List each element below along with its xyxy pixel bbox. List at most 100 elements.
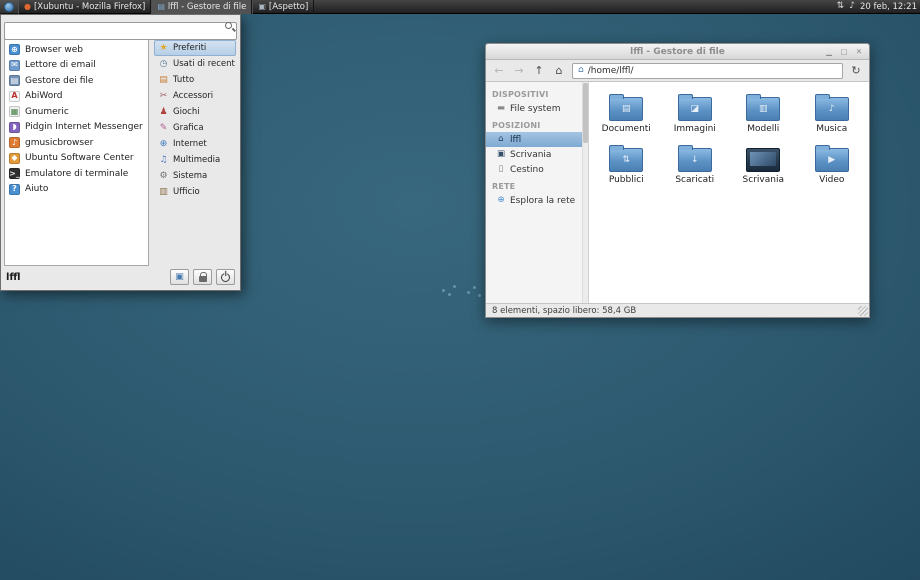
taskbar-item-appearance[interactable]: ▣ [Aspetto] bbox=[252, 0, 314, 14]
system-tray: ⇅ ♪ 20 feb, 12:21 bbox=[837, 2, 920, 12]
sidebar-section-network: RETE bbox=[486, 177, 582, 193]
category-system[interactable]: ⚙ Sistema bbox=[154, 168, 236, 184]
sidebar-item-home[interactable]: ⌂ lffl bbox=[486, 132, 582, 147]
menu-item-gmusicbrowser[interactable]: ♪ gmusicbrowser bbox=[7, 135, 146, 151]
taskbar-item-file-manager[interactable]: ▤ lffl - Gestore di file bbox=[151, 0, 252, 14]
back-button[interactable]: ← bbox=[490, 62, 508, 79]
menu-item-help[interactable]: ? Aiuto bbox=[7, 182, 146, 198]
menu-item-pidgin[interactable]: ◗ Pidgin Internet Messenger bbox=[7, 120, 146, 136]
gnumeric-icon: ▦ bbox=[9, 106, 20, 117]
wallpaper-logo bbox=[438, 282, 486, 300]
menu-item-file-manager[interactable]: ▤ Gestore dei file bbox=[7, 73, 146, 89]
settings-button[interactable]: ▣ bbox=[170, 269, 189, 285]
category-label: Internet bbox=[173, 139, 207, 149]
file-manager-window: lffl - Gestore di file ▁ ▢ ✕ ← → ↑ ⌂ ⌂ /… bbox=[485, 43, 870, 318]
network-globe-icon: ⊕ bbox=[496, 196, 506, 205]
menu-item-abiword[interactable]: A AbiWord bbox=[7, 89, 146, 105]
clock[interactable]: 20 feb, 12:21 bbox=[860, 2, 917, 12]
applications-menu-button[interactable] bbox=[0, 0, 18, 14]
file-item-video[interactable]: ▶ Video bbox=[799, 143, 866, 192]
file-item-scaricati[interactable]: ↓ Scaricati bbox=[662, 143, 729, 192]
file-item-immagini[interactable]: ◪ Immagini bbox=[662, 92, 729, 141]
drive-icon: ▬ bbox=[496, 104, 506, 113]
sidebar-item-label: Esplora la rete bbox=[510, 196, 575, 206]
file-item-documenti[interactable]: ▤ Documenti bbox=[593, 92, 660, 141]
desktop-emblem-icon bbox=[747, 149, 779, 171]
file-item-modelli[interactable]: ▥ Modelli bbox=[730, 92, 797, 141]
pictures-emblem-icon: ◪ bbox=[679, 98, 711, 120]
graphics-icon: ✎ bbox=[158, 124, 169, 133]
category-games[interactable]: ♟ Giochi bbox=[154, 104, 236, 120]
category-label: Giochi bbox=[173, 107, 200, 117]
minimize-button[interactable]: ▁ bbox=[824, 46, 834, 57]
folder-icon: ▤ bbox=[609, 97, 643, 121]
category-recently-used[interactable]: ◷ Usati di recente bbox=[154, 56, 236, 72]
menu-footer-buttons: ▣ bbox=[170, 269, 235, 285]
file-manager-icon: ▤ bbox=[157, 3, 165, 11]
folder-icon: ♪ bbox=[815, 97, 849, 121]
logout-button[interactable] bbox=[216, 269, 235, 285]
wallpaper-dot bbox=[478, 294, 481, 297]
home-button[interactable]: ⌂ bbox=[550, 62, 568, 79]
templates-emblem-icon: ▥ bbox=[747, 98, 779, 120]
sidebar-item-trash[interactable]: ▯ Cestino bbox=[486, 162, 582, 177]
appearance-icon: ▣ bbox=[258, 3, 266, 11]
multimedia-icon: ♫ bbox=[158, 156, 169, 165]
games-icon: ♟ bbox=[158, 108, 169, 117]
xubuntu-logo-icon bbox=[4, 2, 14, 12]
window-titlebar[interactable]: lffl - Gestore di file ▁ ▢ ✕ bbox=[486, 44, 869, 60]
category-favorites[interactable]: ★ Preferiti bbox=[154, 40, 236, 56]
email-icon: ✉ bbox=[9, 60, 20, 71]
menu-item-gnumeric[interactable]: ▦ Gnumeric bbox=[7, 104, 146, 120]
file-label: Documenti bbox=[602, 124, 651, 134]
menu-item-label: Aiuto bbox=[25, 184, 48, 194]
sidebar-item-browse-network[interactable]: ⊕ Esplora la rete bbox=[486, 193, 582, 208]
menu-item-label: Gnumeric bbox=[25, 107, 69, 117]
maximize-button[interactable]: ▢ bbox=[839, 46, 849, 57]
category-label: Preferiti bbox=[173, 43, 206, 53]
close-button[interactable]: ✕ bbox=[854, 46, 864, 57]
menu-item-terminal[interactable]: >_ Emulatore di terminale bbox=[7, 166, 146, 182]
scrollbar-thumb[interactable] bbox=[583, 83, 588, 143]
forward-button[interactable]: → bbox=[510, 62, 528, 79]
resize-grip[interactable] bbox=[858, 306, 868, 316]
trash-icon: ▯ bbox=[496, 165, 506, 174]
lock-screen-button[interactable] bbox=[193, 269, 212, 285]
menu-item-browser-web[interactable]: ⊕ Browser web bbox=[7, 42, 146, 58]
file-item-musica[interactable]: ♪ Musica bbox=[799, 92, 866, 141]
menu-item-label: Gestore dei file bbox=[25, 76, 93, 86]
sidebar-item-file-system[interactable]: ▬ File system bbox=[486, 101, 582, 116]
category-graphics[interactable]: ✎ Grafica bbox=[154, 120, 236, 136]
wallpaper-dot bbox=[473, 286, 476, 289]
search-icon bbox=[225, 22, 232, 29]
category-multimedia[interactable]: ♫ Multimedia bbox=[154, 152, 236, 168]
category-accessories[interactable]: ✂ Accessori bbox=[154, 88, 236, 104]
desktop-folder-icon bbox=[746, 148, 780, 172]
window-toolbar: ← → ↑ ⌂ ⌂ /home/lffl/ ↻ bbox=[486, 60, 869, 82]
category-label: Grafica bbox=[173, 123, 204, 133]
file-item-pubblici[interactable]: ⇅ Pubblici bbox=[593, 143, 660, 192]
file-item-scrivania[interactable]: Scrivania bbox=[730, 143, 797, 192]
abiword-icon: A bbox=[9, 91, 20, 102]
menu-item-email-reader[interactable]: ✉ Lettore di email bbox=[7, 58, 146, 74]
all-apps-icon: ▤ bbox=[158, 76, 169, 85]
menu-item-label: Pidgin Internet Messenger bbox=[25, 122, 143, 132]
wallpaper-dot bbox=[467, 291, 470, 294]
taskbar-item-label: [Xubuntu - Mozilla Firefox] bbox=[34, 2, 145, 12]
sidebar-item-desktop[interactable]: ▣ Scrivania bbox=[486, 147, 582, 162]
folder-icon: ▥ bbox=[746, 97, 780, 121]
folder-icon: ⇅ bbox=[609, 148, 643, 172]
sidebar-section-devices: DISPOSITIVI bbox=[486, 85, 582, 101]
taskbar-item-firefox[interactable]: ● [Xubuntu - Mozilla Firefox] bbox=[18, 0, 151, 14]
reload-button[interactable]: ↻ bbox=[847, 62, 865, 79]
path-bar[interactable]: ⌂ /home/lffl/ bbox=[572, 63, 843, 79]
category-internet[interactable]: ⊕ Internet bbox=[154, 136, 236, 152]
category-office[interactable]: ▥ Ufficio bbox=[154, 184, 236, 200]
menu-item-software-center[interactable]: ◆ Ubuntu Software Center bbox=[7, 151, 146, 167]
volume-icon[interactable]: ♪ bbox=[849, 2, 855, 11]
search-input[interactable] bbox=[4, 22, 237, 40]
sidebar-scrollbar[interactable] bbox=[582, 82, 589, 303]
category-all[interactable]: ▤ Tutto bbox=[154, 72, 236, 88]
network-icon[interactable]: ⇅ bbox=[837, 2, 845, 11]
up-button[interactable]: ↑ bbox=[530, 62, 548, 79]
